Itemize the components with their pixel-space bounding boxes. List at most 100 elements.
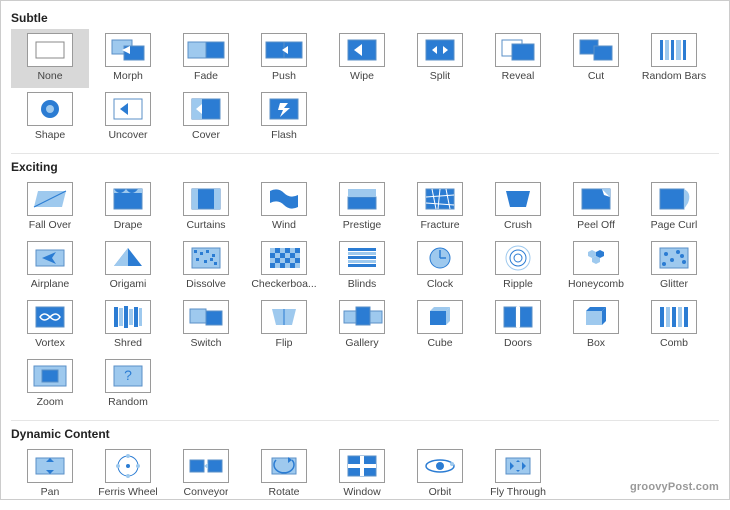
flip-icon	[261, 300, 307, 334]
transition-reveal[interactable]: Reveal	[479, 29, 557, 88]
reveal-icon	[495, 33, 541, 67]
transition-label: Doors	[504, 337, 532, 349]
transition-fallover[interactable]: Fall Over	[11, 178, 89, 237]
transition-blinds[interactable]: Blinds	[323, 237, 401, 296]
transition-none[interactable]: None	[11, 29, 89, 88]
transition-drape[interactable]: Drape	[89, 178, 167, 237]
transition-curtains[interactable]: Curtains	[167, 178, 245, 237]
transition-label: Cut	[588, 70, 604, 82]
pan-icon	[27, 449, 73, 483]
prestige-icon	[339, 182, 385, 216]
transition-honeycomb[interactable]: Honeycomb	[557, 237, 635, 296]
transition-cube[interactable]: Cube	[401, 296, 479, 355]
drape-icon	[105, 182, 151, 216]
none-icon	[27, 33, 73, 67]
transition-push[interactable]: Push	[245, 29, 323, 88]
shred-icon	[105, 300, 151, 334]
transition-randombars[interactable]: Random Bars	[635, 29, 713, 88]
transition-prestige[interactable]: Prestige	[323, 178, 401, 237]
transition-label: Fly Through	[490, 486, 546, 498]
transition-flip[interactable]: Flip	[245, 296, 323, 355]
transition-label: Cube	[427, 337, 452, 349]
transition-wipe[interactable]: Wipe	[323, 29, 401, 88]
wipe-icon	[339, 33, 385, 67]
transition-label: Prestige	[343, 219, 382, 231]
transition-label: Cover	[192, 129, 220, 141]
transition-label: Shape	[35, 129, 65, 141]
transition-crush[interactable]: Crush	[479, 178, 557, 237]
transition-grid: Fall Over Drape Curtains Wind Prestige Fractu…	[11, 178, 719, 421]
transition-label: Curtains	[186, 219, 225, 231]
transition-grid: None Morph Fade Push WipeSplitReveal Cut Rando…	[11, 29, 719, 154]
transition-grid: Pan Ferris WheelConveyorRotateWindowOrbit…	[11, 445, 719, 510]
flythrough-icon	[495, 449, 541, 483]
transition-rotate[interactable]: Rotate	[245, 445, 323, 504]
transition-conveyor[interactable]: Conveyor	[167, 445, 245, 504]
transition-label: Checkerboa...	[251, 278, 316, 290]
transition-label: Pan	[41, 486, 60, 498]
transition-label: Push	[272, 70, 296, 82]
transition-vortex[interactable]: Vortex	[11, 296, 89, 355]
rotate-icon	[261, 449, 307, 483]
transition-peeloff[interactable]: Peel Off	[557, 178, 635, 237]
transition-label: Random Bars	[642, 70, 706, 82]
transition-wind[interactable]: Wind	[245, 178, 323, 237]
window-icon	[339, 449, 385, 483]
transition-fracture[interactable]: Fracture	[401, 178, 479, 237]
dissolve-icon	[183, 241, 229, 275]
transition-glitter[interactable]: Glitter	[635, 237, 713, 296]
clock-icon	[417, 241, 463, 275]
transition-label: Flash	[271, 129, 297, 141]
transition-ferriswheel[interactable]: Ferris Wheel	[89, 445, 167, 504]
split-icon	[417, 33, 463, 67]
shape-icon	[27, 92, 73, 126]
transition-checkerboard[interactable]: Checkerboa...	[245, 237, 323, 296]
transition-random[interactable]: ?Random	[89, 355, 167, 414]
transition-airplane[interactable]: Airplane	[11, 237, 89, 296]
transition-fade[interactable]: Fade	[167, 29, 245, 88]
transition-label: None	[37, 70, 62, 82]
transition-label: Blinds	[348, 278, 377, 290]
curtains-icon	[183, 182, 229, 216]
transition-shred[interactable]: Shred	[89, 296, 167, 355]
transition-switch[interactable]: Switch	[167, 296, 245, 355]
transition-label: Box	[587, 337, 605, 349]
transition-cover[interactable]: Cover	[167, 88, 245, 147]
transition-pan[interactable]: Pan	[11, 445, 89, 504]
transition-origami[interactable]: Origami	[89, 237, 167, 296]
push-icon	[261, 33, 307, 67]
gallery-icon	[339, 300, 385, 334]
transition-uncover[interactable]: Uncover	[89, 88, 167, 147]
transition-label: Dissolve	[186, 278, 226, 290]
transition-gallery[interactable]: Gallery	[323, 296, 401, 355]
transition-label: Random	[108, 396, 148, 408]
transition-doors[interactable]: Doors	[479, 296, 557, 355]
transition-orbit[interactable]: Orbit	[401, 445, 479, 504]
transition-comb[interactable]: Comb	[635, 296, 713, 355]
transition-shape[interactable]: Shape	[11, 88, 89, 147]
transition-flash[interactable]: Flash	[245, 88, 323, 147]
transition-dissolve[interactable]: Dissolve	[167, 237, 245, 296]
transition-ripple[interactable]: Ripple	[479, 237, 557, 296]
watermark: groovyPost.com	[630, 481, 719, 493]
transition-label: Flip	[276, 337, 293, 349]
transition-pagecurl[interactable]: Page Curl	[635, 178, 713, 237]
transition-zoom[interactable]: Zoom	[11, 355, 89, 414]
transition-morph[interactable]: Morph	[89, 29, 167, 88]
comb-icon	[651, 300, 697, 334]
transition-cut[interactable]: Cut	[557, 29, 635, 88]
ripple-icon	[495, 241, 541, 275]
peeloff-icon	[573, 182, 619, 216]
transition-split[interactable]: Split	[401, 29, 479, 88]
transition-label: Drape	[114, 219, 143, 231]
transition-label: Switch	[191, 337, 222, 349]
transition-window[interactable]: Window	[323, 445, 401, 504]
transition-clock[interactable]: Clock	[401, 237, 479, 296]
orbit-icon	[417, 449, 463, 483]
doors-icon	[495, 300, 541, 334]
transition-flythrough[interactable]: Fly Through	[479, 445, 557, 504]
transition-box[interactable]: Box	[557, 296, 635, 355]
transition-label: Comb	[660, 337, 688, 349]
transition-label: Morph	[113, 70, 143, 82]
transition-label: Fracture	[420, 219, 459, 231]
